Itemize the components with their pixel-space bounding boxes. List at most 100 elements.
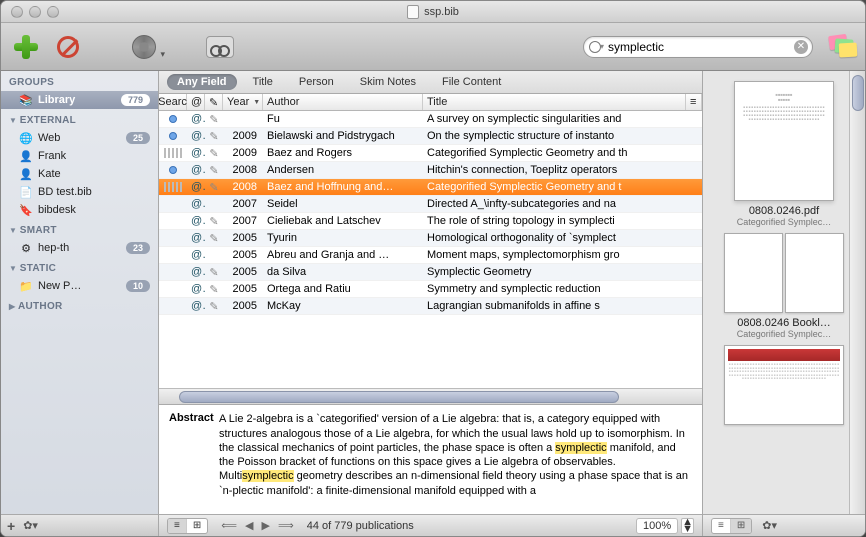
external-header[interactable]: EXTERNAL (1, 109, 158, 129)
column-attachment[interactable]: @ (187, 94, 205, 110)
preview-thumbnail: ■ ■ ■ ■ ■ ■ ■ ■ ■ ■ ■ ■ ■ ■ ■ ■ ■ ■ ■ ■ … (724, 345, 844, 425)
publication-count: 44 of 779 publications (307, 520, 414, 532)
filter-skim-notes[interactable]: Skim Notes (350, 74, 426, 90)
column-menu[interactable]: ≡ (686, 94, 702, 110)
cell-notes: ✎ (205, 266, 223, 279)
author-header[interactable]: AUTHOR (1, 295, 158, 315)
sidebar-item-external-2[interactable]: 👤Kate (1, 165, 158, 183)
status-bar: ≡⊞ ⟸ ◀ ▶ ⟹ 44 of 779 publications 100%▲▼ (159, 514, 702, 536)
static-header[interactable]: STATIC (1, 257, 158, 277)
sidebar-item-library[interactable]: 📚 Library 779 (1, 91, 158, 109)
clear-search-button[interactable]: ✕ (794, 40, 808, 54)
sidebar-icon: ⚙ (19, 241, 33, 255)
column-year[interactable]: Year (223, 94, 263, 110)
add-button[interactable] (9, 32, 43, 62)
record-nav: ⟸ ◀ ▶ ⟹ (218, 519, 297, 532)
table-row[interactable]: @✎2005TyurinHomological orthogonality of… (159, 230, 702, 247)
sidebar-item-static-0[interactable]: 📁New P…10 (1, 277, 158, 295)
window-title-text: ssp.bib (424, 6, 459, 18)
action-menu-button[interactable] (127, 32, 161, 62)
nav-next[interactable]: ▶ (258, 519, 272, 532)
nav-last[interactable]: ⟹ (275, 519, 297, 532)
preview-item[interactable]: ■ ■ ■ ■ ■ ■ ■ ■ ■ ■ ■ ■ ■ ■ ■ ■ ■ ■ ■ ■ … (724, 345, 844, 429)
smart-header[interactable]: SMART (1, 219, 158, 239)
cell-year: 2008 (223, 181, 263, 193)
table-row[interactable]: @✎2005Ortega and RatiuSymmetry and sympl… (159, 281, 702, 298)
table-row[interactable]: @2007SeidelDirected A_\infty-subcategori… (159, 196, 702, 213)
view-mode-toggle[interactable]: ≡⊞ (167, 518, 208, 534)
preview-pane: ■■■■■■■■■■■■■ ■ ■ ■ ■ ■ ■ ■ ■ ■ ■ ■ ■ ■ … (703, 71, 865, 536)
filter-person[interactable]: Person (289, 74, 344, 90)
stickies-icon[interactable] (829, 35, 857, 59)
horizontal-scrollbar[interactable] (159, 388, 702, 404)
preview-item[interactable]: 0808.0246 Bookl…Categorified Symplec… (724, 233, 844, 339)
column-notes[interactable]: ✎ (205, 94, 223, 110)
cell-attachment: @ (187, 130, 205, 142)
publications-table: Searc @ ✎ Year Author Title ≡ @✎FuA surv… (159, 94, 702, 404)
cell-attachment: @ (187, 113, 205, 125)
zoom-window[interactable] (47, 6, 59, 18)
table-body[interactable]: @✎FuA survey on symplectic singularities… (159, 111, 702, 388)
sidebar-item-smart-0[interactable]: ⚙hep-th23 (1, 239, 158, 257)
vertical-scrollbar[interactable] (849, 71, 865, 514)
column-search[interactable]: Searc (159, 94, 187, 110)
cell-read (159, 115, 187, 123)
preview-caption: 0808.0246.pdf (724, 205, 844, 217)
filter-file-content[interactable]: File Content (432, 74, 511, 90)
groups-header: GROUPS (1, 71, 158, 91)
table-row[interactable]: @✎2009Bielawski and PidstrygachOn the sy… (159, 128, 702, 145)
cell-author: Fu (263, 113, 423, 125)
sidebar-item-external-4[interactable]: 🔖bibdesk (1, 201, 158, 219)
filter-title[interactable]: Title (243, 74, 283, 90)
cell-attachment: @ (187, 300, 205, 312)
table-row[interactable]: @✎2005McKayLagrangian submanifolds in af… (159, 298, 702, 315)
cell-title: The role of string topology in symplecti (423, 215, 702, 227)
toolbar: ✕ (1, 23, 865, 71)
table-row[interactable]: @✎2005da SilvaSymplectic Geometry (159, 264, 702, 281)
table-row[interactable]: @✎2008AndersenHitchin's connection, Toep… (159, 162, 702, 179)
sidebar-item-external-0[interactable]: 🌐Web25 (1, 129, 158, 147)
table-row[interactable]: @✎2008Baez and Hoffnung and…Categorified… (159, 179, 702, 196)
sidebar-action-button[interactable]: ✿▾ (23, 519, 38, 532)
cell-notes: ✎ (205, 113, 223, 126)
preview-item[interactable]: ■■■■■■■■■■■■■ ■ ■ ■ ■ ■ ■ ■ ■ ■ ■ ■ ■ ■ … (724, 81, 844, 227)
cell-notes: ✎ (205, 181, 223, 194)
zoom-level[interactable]: 100% (636, 518, 678, 534)
column-author[interactable]: Author (263, 94, 423, 110)
column-title[interactable]: Title (423, 94, 686, 110)
sidebar: GROUPS 📚 Library 779 EXTERNAL 🌐Web25👤Fra… (1, 71, 159, 536)
minimize-window[interactable] (29, 6, 41, 18)
preview-list[interactable]: ■■■■■■■■■■■■■ ■ ■ ■ ■ ■ ■ ■ ■ ■ ■ ■ ■ ■ … (703, 71, 865, 514)
preview-button[interactable] (203, 32, 237, 62)
cell-read (159, 182, 187, 192)
nav-prev[interactable]: ◀ (242, 519, 256, 532)
sidebar-item-external-3[interactable]: 📄BD test.bib (1, 183, 158, 201)
cell-title: Moment maps, symplectomorphism gro (423, 249, 702, 261)
preview-action-button[interactable]: ✿▾ (762, 519, 777, 532)
nav-first[interactable]: ⟸ (218, 519, 240, 532)
filter-any-field[interactable]: Any Field (167, 74, 237, 90)
titlebar[interactable]: ssp.bib (1, 1, 865, 23)
cell-attachment: @ (187, 181, 205, 193)
sidebar-item-external-1[interactable]: 👤Frank (1, 147, 158, 165)
cell-notes: ✎ (205, 130, 223, 143)
preview-view-toggle[interactable]: ≡⊞ (711, 518, 752, 534)
close-window[interactable] (11, 6, 23, 18)
table-row[interactable]: @✎FuA survey on symplectic singularities… (159, 111, 702, 128)
table-row[interactable]: @✎2007Cieliebak and LatschevThe role of … (159, 213, 702, 230)
delete-button[interactable] (51, 32, 85, 62)
sidebar-item-count: 10 (126, 280, 150, 292)
sidebar-item-label: Library (38, 94, 75, 106)
table-row[interactable]: @2005Abreu and Granja and …Moment maps, … (159, 247, 702, 264)
cell-year: 2007 (223, 215, 263, 227)
search-input[interactable] (583, 36, 813, 58)
cell-title: Symmetry and symplectic reduction (423, 283, 702, 295)
table-row[interactable]: @✎2009Baez and RogersCategorified Symple… (159, 145, 702, 162)
sidebar-item-count: 25 (126, 132, 150, 144)
cell-year: 2005 (223, 283, 263, 295)
sidebar-item-count: 23 (126, 242, 150, 254)
cell-year: 2005 (223, 300, 263, 312)
add-group-button[interactable]: + (7, 518, 15, 534)
zoom-stepper[interactable]: ▲▼ (681, 518, 694, 534)
cell-notes: ✎ (205, 300, 223, 313)
